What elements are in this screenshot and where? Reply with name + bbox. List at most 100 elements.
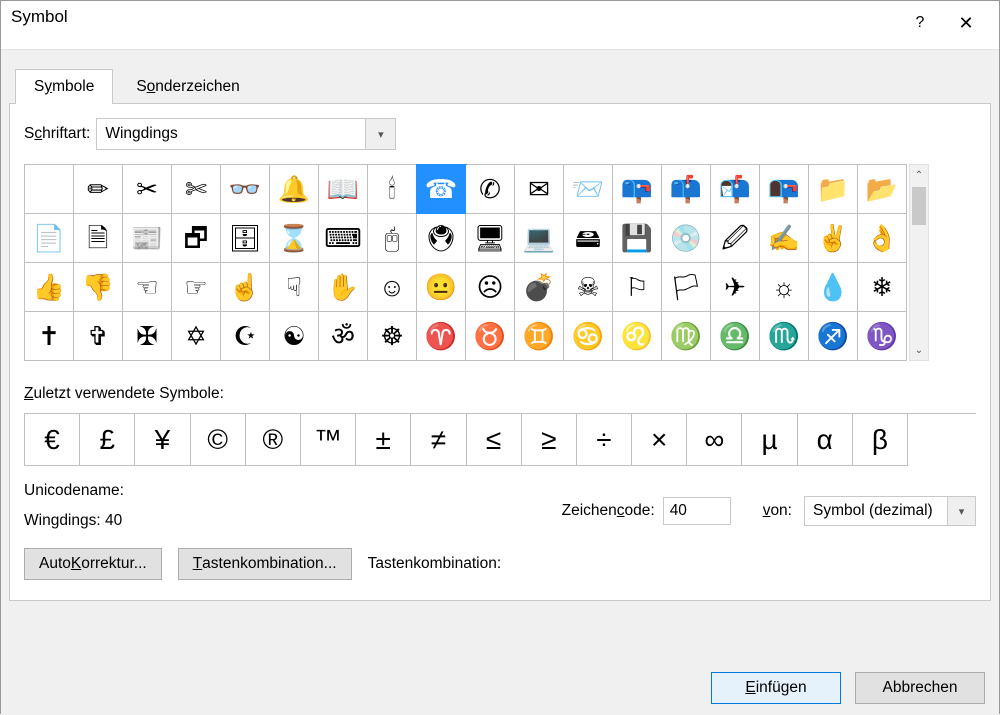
symbol-cell[interactable]: ✠	[123, 312, 172, 361]
symbol-cell[interactable]: 📂	[858, 165, 907, 214]
symbol-cell[interactable]: ✌	[809, 214, 858, 263]
symbol-cell[interactable]: ♌	[613, 312, 662, 361]
symbol-cell[interactable]: ☹	[466, 263, 515, 312]
symbol-cell[interactable]: ♎	[711, 312, 760, 361]
symbol-cell[interactable]: 📨	[564, 165, 613, 214]
close-button[interactable]: ✕	[943, 7, 989, 39]
symbol-cell[interactable]: 📁	[809, 165, 858, 214]
symbol-grid[interactable]: ✏✂✄👓🔔📖🕯☎✆✉📨📪📫📬📭📁📂📄🗎📰🗗🗄⌛⌨🖰🖲🖥💻🖴💾💿🖉✍✌👌👍👎☜☞☝…	[24, 164, 907, 361]
symbol-cell[interactable]: 📄	[25, 214, 74, 263]
symbol-cell[interactable]: 🗄	[221, 214, 270, 263]
symbol-cell[interactable]: ✈	[711, 263, 760, 312]
symbol-cell[interactable]: ♋	[564, 312, 613, 361]
chevron-down-icon[interactable]: ▾	[947, 497, 975, 525]
recent-cell[interactable]: ÷	[577, 414, 632, 466]
symbol-cell[interactable]: ❄	[858, 263, 907, 312]
recent-cell[interactable]: ©	[191, 414, 246, 466]
scroll-up-icon[interactable]: ⌃	[910, 165, 928, 185]
autocorrect-button[interactable]: AutoKorrektur...	[24, 548, 162, 580]
symbol-cell[interactable]: ☞	[172, 263, 221, 312]
scrollbar-vertical[interactable]: ⌃ ⌄	[909, 164, 929, 361]
symbol-cell[interactable]: ✍	[760, 214, 809, 263]
scroll-down-icon[interactable]: ⌄	[910, 340, 928, 360]
recent-cell[interactable]: β	[853, 414, 908, 466]
symbol-cell[interactable]: ⌛	[270, 214, 319, 263]
symbol-cell[interactable]: 💾	[613, 214, 662, 263]
symbol-cell[interactable]: 📫	[662, 165, 711, 214]
recent-cell[interactable]: €	[25, 414, 80, 466]
symbol-cell[interactable]: ☠	[564, 263, 613, 312]
symbol-cell[interactable]: ☟	[270, 263, 319, 312]
symbol-cell[interactable]: ♐	[809, 312, 858, 361]
recent-cell[interactable]: ≥	[522, 414, 577, 466]
symbol-cell[interactable]: 🗎	[74, 214, 123, 263]
symbol-cell[interactable]: 🖴	[564, 214, 613, 263]
symbol-cell[interactable]: 🖉	[711, 214, 760, 263]
recent-cell[interactable]: ¥	[135, 414, 190, 466]
insert-button[interactable]: Einfügen	[711, 672, 841, 704]
symbol-cell[interactable]: ✉	[515, 165, 564, 214]
symbol-cell[interactable]: ♊	[515, 312, 564, 361]
symbol-cell[interactable]	[25, 165, 74, 214]
symbol-cell[interactable]: ☸	[368, 312, 417, 361]
recent-cell[interactable]: ∞	[687, 414, 742, 466]
symbol-cell[interactable]: ♏	[760, 312, 809, 361]
symbol-cell[interactable]: ♈	[417, 312, 466, 361]
symbol-cell[interactable]: ☎	[417, 165, 466, 214]
font-select[interactable]: ▾	[96, 118, 396, 150]
symbol-cell[interactable]: ॐ	[319, 312, 368, 361]
symbol-cell[interactable]: ☪	[221, 312, 270, 361]
symbol-cell[interactable]: 🗗	[172, 214, 221, 263]
chevron-down-icon[interactable]: ▾	[365, 119, 395, 149]
symbol-cell[interactable]: ♍	[662, 312, 711, 361]
tab-special[interactable]: Sonderzeichen	[117, 69, 258, 104]
symbol-cell[interactable]: ✋	[319, 263, 368, 312]
char-code-input[interactable]	[663, 497, 731, 525]
symbol-cell[interactable]: ✞	[74, 312, 123, 361]
recent-cell[interactable]: α	[798, 414, 853, 466]
symbol-cell[interactable]: 📬	[711, 165, 760, 214]
help-button[interactable]: ?	[897, 7, 943, 39]
symbol-cell[interactable]: ⌨	[319, 214, 368, 263]
symbol-cell[interactable]: ✄	[172, 165, 221, 214]
recent-cell[interactable]: ®	[246, 414, 301, 466]
tab-symbols[interactable]: Symbole	[15, 69, 113, 104]
from-select[interactable]: Symbol (dezimal) ▾	[804, 496, 976, 526]
symbol-cell[interactable]: 💣	[515, 263, 564, 312]
symbol-cell[interactable]: 📰	[123, 214, 172, 263]
symbol-cell[interactable]: 🕯	[368, 165, 417, 214]
symbol-cell[interactable]: 🖲	[417, 214, 466, 263]
symbol-cell[interactable]: ♉	[466, 312, 515, 361]
symbol-cell[interactable]: ✡	[172, 312, 221, 361]
symbol-cell[interactable]: 👍	[25, 263, 74, 312]
symbol-cell[interactable]: 🖥	[466, 214, 515, 263]
font-input[interactable]	[97, 119, 365, 149]
recent-cell[interactable]: £	[80, 414, 135, 466]
symbol-cell[interactable]: 🖰	[368, 214, 417, 263]
recent-grid[interactable]: €£¥©®™±≠≤≥÷×∞µαβ	[24, 413, 976, 466]
symbol-cell[interactable]: 👓	[221, 165, 270, 214]
symbol-cell[interactable]: ☜	[123, 263, 172, 312]
recent-cell[interactable]: ×	[632, 414, 687, 466]
symbol-cell[interactable]: ✂	[123, 165, 172, 214]
symbol-cell[interactable]: 🏳	[662, 263, 711, 312]
recent-cell[interactable]: ≤	[467, 414, 522, 466]
symbol-cell[interactable]: 👌	[858, 214, 907, 263]
symbol-cell[interactable]: ✏	[74, 165, 123, 214]
symbol-cell[interactable]: 📪	[613, 165, 662, 214]
symbol-cell[interactable]: ✝	[25, 312, 74, 361]
symbol-cell[interactable]: 👎	[74, 263, 123, 312]
symbol-cell[interactable]: ⚐	[613, 263, 662, 312]
scroll-thumb[interactable]	[912, 187, 926, 225]
symbol-cell[interactable]: 📭	[760, 165, 809, 214]
recent-cell[interactable]: µ	[742, 414, 797, 466]
recent-cell[interactable]: ™	[301, 414, 356, 466]
symbol-cell[interactable]: ♑	[858, 312, 907, 361]
recent-cell[interactable]: ±	[356, 414, 411, 466]
symbol-cell[interactable]: 🔔	[270, 165, 319, 214]
symbol-cell[interactable]: 📖	[319, 165, 368, 214]
cancel-button[interactable]: Abbrechen	[855, 672, 985, 704]
symbol-cell[interactable]: 😐	[417, 263, 466, 312]
recent-cell[interactable]: ≠	[411, 414, 466, 466]
symbol-cell[interactable]: 💿	[662, 214, 711, 263]
